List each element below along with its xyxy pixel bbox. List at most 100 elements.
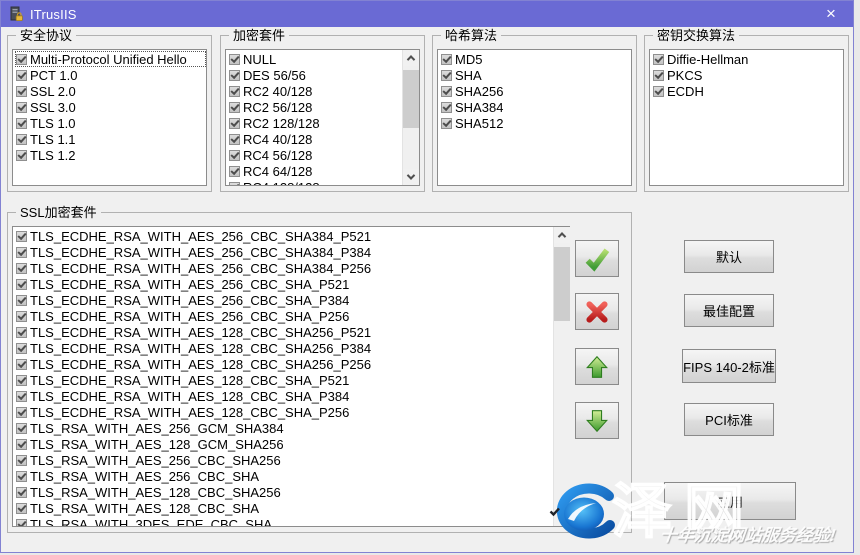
checkbox-checked-icon[interactable] — [653, 54, 664, 65]
checkbox-checked-icon[interactable] — [441, 70, 452, 81]
move-down-button[interactable] — [575, 402, 619, 439]
checkbox-checked-icon[interactable] — [653, 86, 664, 97]
scrollbar[interactable] — [553, 227, 570, 526]
list-item[interactable]: RC4 40/128 — [228, 131, 419, 147]
checkbox-checked-icon[interactable] — [16, 343, 27, 354]
list-item[interactable]: TLS_RSA_WITH_AES_256_CBC_SHA — [15, 468, 569, 484]
list-item[interactable]: TLS_ECDHE_RSA_WITH_AES_128_CBC_SHA256_P5… — [15, 324, 569, 340]
checkbox-checked-icon[interactable] — [16, 70, 27, 81]
checkbox-checked-icon[interactable] — [16, 247, 27, 258]
list-item[interactable]: TLS_ECDHE_RSA_WITH_AES_128_CBC_SHA_P256 — [15, 404, 569, 420]
checkbox-checked-icon[interactable] — [229, 70, 240, 81]
list-item[interactable]: SHA256 — [440, 83, 631, 99]
checkbox-checked-icon[interactable] — [16, 487, 27, 498]
list-item[interactable]: TLS_ECDHE_RSA_WITH_AES_128_CBC_SHA256_P3… — [15, 340, 569, 356]
apply-button[interactable]: 应用 — [664, 482, 796, 520]
scrollbar-down-button[interactable] — [403, 169, 419, 185]
checkbox-checked-icon[interactable] — [441, 86, 452, 97]
checkbox-checked-icon[interactable] — [441, 102, 452, 113]
close-button[interactable]: × — [815, 1, 847, 27]
scrollbar-thumb[interactable] — [554, 247, 570, 321]
pci-standard-button[interactable]: PCI标准 — [684, 403, 774, 436]
hashes-list[interactable]: MD5SHASHA256SHA384SHA512 — [437, 49, 632, 186]
checkbox-checked-icon[interactable] — [16, 455, 27, 466]
default-button[interactable]: 默认 — [684, 240, 774, 273]
list-item[interactable]: TLS_ECDHE_RSA_WITH_AES_256_CBC_SHA_P384 — [15, 292, 569, 308]
move-up-button[interactable] — [575, 348, 619, 385]
keyexchange-list[interactable]: Diffie-HellmanPKCSECDH — [649, 49, 844, 186]
checkbox-checked-icon[interactable] — [16, 102, 27, 113]
list-item[interactable]: TLS 1.0 — [15, 115, 206, 131]
checkbox-checked-icon[interactable] — [229, 150, 240, 161]
scrollbar-thumb[interactable] — [403, 70, 419, 128]
list-item[interactable]: RC4 64/128 — [228, 163, 419, 179]
list-item[interactable]: Diffie-Hellman — [652, 51, 843, 67]
list-item[interactable]: TLS_ECDHE_RSA_WITH_AES_256_CBC_SHA_P256 — [15, 308, 569, 324]
list-item[interactable]: SHA384 — [440, 99, 631, 115]
list-item[interactable]: TLS_ECDHE_RSA_WITH_AES_256_CBC_SHA384_P2… — [15, 260, 569, 276]
list-item[interactable]: SSL 2.0 — [15, 83, 206, 99]
checkbox-checked-icon[interactable] — [16, 503, 27, 514]
checkbox-checked-icon[interactable] — [16, 118, 27, 129]
delete-button[interactable] — [575, 293, 619, 330]
checkbox-checked-icon[interactable] — [229, 166, 240, 177]
list-item[interactable]: DES 56/56 — [228, 67, 419, 83]
list-item[interactable]: TLS_RSA_WITH_3DES_EDE_CBC_SHA — [15, 516, 569, 527]
checkbox-checked-icon[interactable] — [16, 150, 27, 161]
checkbox-checked-icon[interactable] — [16, 407, 27, 418]
list-item[interactable]: SHA — [440, 67, 631, 83]
checkbox-checked-icon[interactable] — [653, 70, 664, 81]
list-item[interactable]: TLS_RSA_WITH_AES_256_CBC_SHA256 — [15, 452, 569, 468]
list-item[interactable]: RC2 56/128 — [228, 99, 419, 115]
fips-standard-button[interactable]: FIPS 140-2标准 — [682, 349, 776, 383]
protocols-list[interactable]: Multi-Protocol Unified HelloPCT 1.0SSL 2… — [12, 49, 207, 186]
checkbox-checked-icon[interactable] — [441, 54, 452, 65]
list-item[interactable]: RC2 128/128 — [228, 115, 419, 131]
list-item[interactable]: RC4 128/128 — [228, 179, 419, 186]
checkbox-checked-icon[interactable] — [229, 54, 240, 65]
list-item[interactable]: TLS_RSA_WITH_AES_128_CBC_SHA256 — [15, 484, 569, 500]
list-item[interactable]: MD5 — [440, 51, 631, 67]
checkbox-checked-icon[interactable] — [16, 86, 27, 97]
checkbox-checked-icon[interactable] — [16, 263, 27, 274]
scrollbar-up-button[interactable] — [554, 227, 570, 243]
ssl-suites-list[interactable]: TLS_ECDHE_RSA_WITH_AES_256_CBC_SHA384_P5… — [12, 226, 570, 527]
list-item[interactable]: TLS_RSA_WITH_AES_256_GCM_SHA384 — [15, 420, 569, 436]
checkbox-checked-icon[interactable] — [16, 359, 27, 370]
checkbox-checked-icon[interactable] — [16, 231, 27, 242]
list-item[interactable]: TLS_ECDHE_RSA_WITH_AES_256_CBC_SHA_P521 — [15, 276, 569, 292]
list-item[interactable]: TLS_ECDHE_RSA_WITH_AES_128_CBC_SHA_P384 — [15, 388, 569, 404]
list-item[interactable]: Multi-Protocol Unified Hello — [15, 51, 206, 67]
checkbox-checked-icon[interactable] — [229, 118, 240, 129]
checkbox-checked-icon[interactable] — [16, 295, 27, 306]
confirm-button[interactable] — [575, 240, 619, 277]
list-item[interactable]: TLS_ECDHE_RSA_WITH_AES_128_CBC_SHA256_P2… — [15, 356, 569, 372]
list-item[interactable]: RC2 40/128 — [228, 83, 419, 99]
checkbox-checked-icon[interactable] — [229, 134, 240, 145]
list-item[interactable]: PKCS — [652, 67, 843, 83]
checkbox-checked-icon[interactable] — [16, 279, 27, 290]
list-item[interactable]: TLS_ECDHE_RSA_WITH_AES_256_CBC_SHA384_P3… — [15, 244, 569, 260]
best-config-button[interactable]: 最佳配置 — [684, 294, 774, 327]
list-item[interactable]: TLS_ECDHE_RSA_WITH_AES_256_CBC_SHA384_P5… — [15, 228, 569, 244]
list-item[interactable]: TLS 1.2 — [15, 147, 206, 163]
list-item[interactable]: TLS_RSA_WITH_AES_128_GCM_SHA256 — [15, 436, 569, 452]
checkbox-checked-icon[interactable] — [229, 182, 240, 187]
list-item[interactable]: PCT 1.0 — [15, 67, 206, 83]
checkbox-checked-icon[interactable] — [16, 519, 27, 528]
list-item[interactable]: TLS_ECDHE_RSA_WITH_AES_128_CBC_SHA_P521 — [15, 372, 569, 388]
checkbox-checked-icon[interactable] — [441, 118, 452, 129]
list-item[interactable]: TLS_RSA_WITH_AES_128_CBC_SHA — [15, 500, 569, 516]
scrollbar[interactable] — [402, 50, 419, 185]
checkbox-checked-icon[interactable] — [16, 439, 27, 450]
ciphers-list[interactable]: NULLDES 56/56RC2 40/128RC2 56/128RC2 128… — [225, 49, 420, 186]
checkbox-checked-icon[interactable] — [16, 375, 27, 386]
checkbox-checked-icon[interactable] — [16, 471, 27, 482]
list-item[interactable]: NULL — [228, 51, 419, 67]
list-item[interactable]: TLS 1.1 — [15, 131, 206, 147]
checkbox-checked-icon[interactable] — [16, 311, 27, 322]
scrollbar-up-button[interactable] — [403, 50, 419, 66]
checkbox-checked-icon[interactable] — [16, 423, 27, 434]
checkbox-checked-icon[interactable] — [229, 102, 240, 113]
checkbox-checked-icon[interactable] — [16, 134, 27, 145]
